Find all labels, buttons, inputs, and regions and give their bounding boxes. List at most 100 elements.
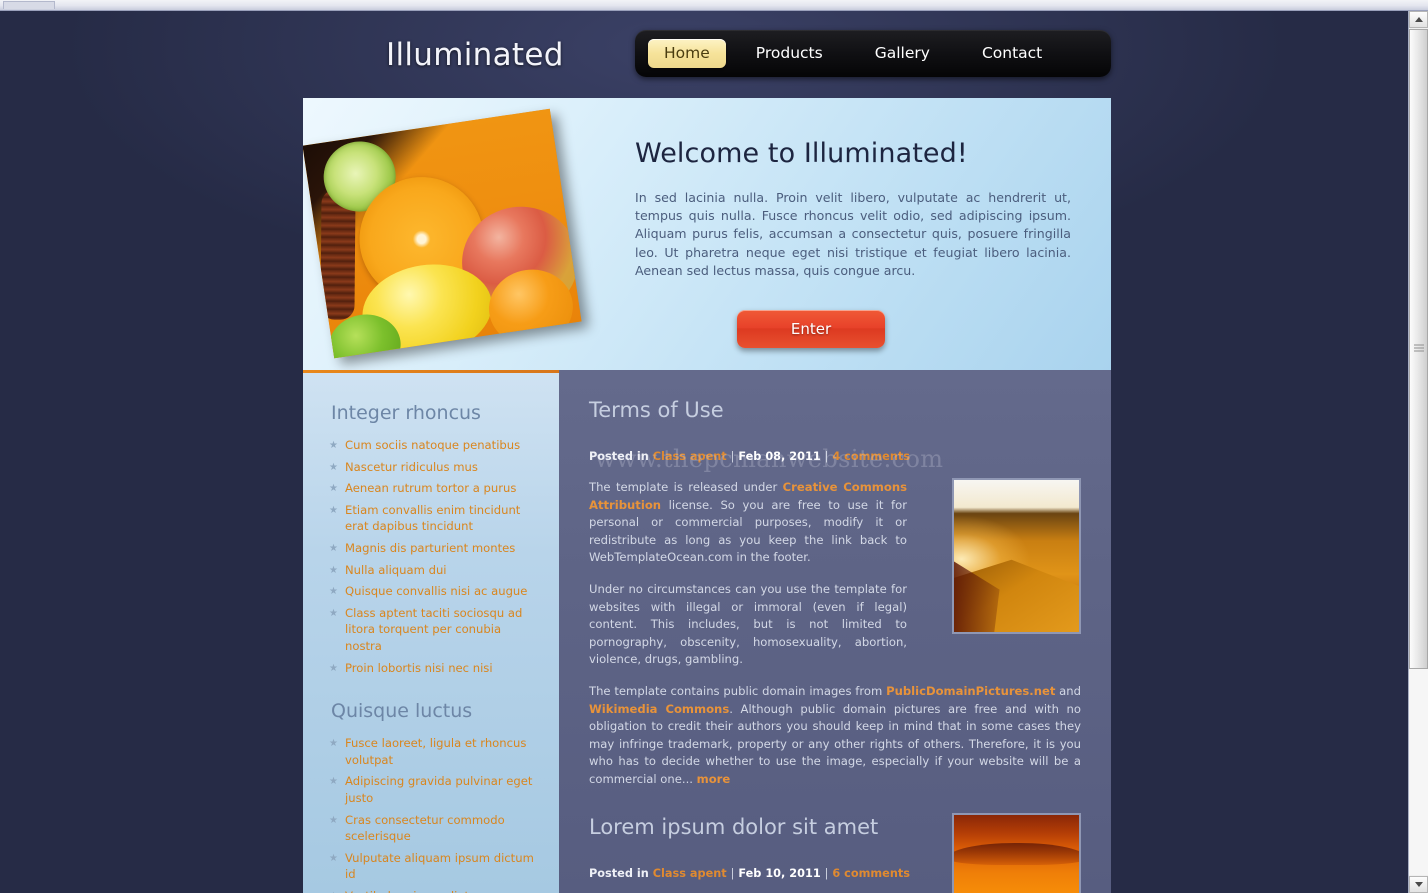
star-icon: ★ bbox=[329, 542, 338, 554]
sidebar-heading: Quisque luctus bbox=[331, 700, 473, 723]
browser-tab-stub[interactable] bbox=[3, 1, 55, 9]
article-paragraph: Under no circumstances can you use the t… bbox=[589, 581, 907, 669]
article-date: Feb 08, 2011 bbox=[738, 450, 821, 463]
article-comments-link[interactable]: 6 comments bbox=[832, 867, 910, 880]
paragraph-text-pre: The template is released under bbox=[589, 480, 783, 494]
article-paragraph: The template is released under Creative … bbox=[589, 479, 907, 567]
star-icon: ★ bbox=[329, 852, 338, 864]
fruit-bowl-photo bbox=[303, 108, 582, 359]
article-paragraph: The template contains public domain imag… bbox=[589, 683, 1081, 789]
site-header: Illuminated Home Products Gallery Contac… bbox=[0, 11, 1407, 98]
paragraph-text: Under no circumstances can you use the t… bbox=[589, 581, 907, 667]
sidebar-item-label: Vulputate aliquam ipsum dictum id bbox=[345, 850, 534, 882]
article-lorem-ipsum: Lorem ipsum dolor sit amet Posted in Cla… bbox=[589, 813, 1081, 893]
vertical-scrollbar[interactable] bbox=[1408, 11, 1428, 893]
nav-item-gallery[interactable]: Gallery bbox=[859, 39, 946, 68]
meta-separator: | bbox=[824, 450, 829, 463]
browser-chrome-strip bbox=[0, 0, 1428, 11]
sidebar-link-list: ★ Fusce laoreet, ligula et rhoncus volutp… bbox=[329, 735, 537, 893]
sidebar-item-label: Quisque convallis nisi ac augue bbox=[345, 584, 528, 599]
public-domain-pictures-link[interactable]: PublicDomainPictures.net bbox=[886, 684, 1055, 698]
meta-separator: | bbox=[730, 450, 735, 463]
star-icon: ★ bbox=[329, 889, 338, 893]
sidebar-item-label: Class aptent taciti sociosqu ad litora t… bbox=[345, 605, 523, 653]
desert-dune-sunrise-thumbnail bbox=[952, 478, 1081, 634]
sidebar-item-label: Aenean rutrum tortor a purus bbox=[345, 481, 517, 496]
sidebar-list-item[interactable]: ★ Aenean rutrum tortor a purus bbox=[329, 480, 537, 497]
wikimedia-commons-link[interactable]: Wikimedia Commons bbox=[589, 702, 729, 716]
scrollbar-grip-icon bbox=[1413, 344, 1424, 354]
article-comments-link[interactable]: 4 comments bbox=[832, 450, 910, 463]
hero-text-block: Welcome to Illuminated! In sed lacinia n… bbox=[635, 138, 1071, 280]
sidebar-item-label: Nascetur ridiculus mus bbox=[345, 459, 478, 474]
main-navigation: Home Products Gallery Contact bbox=[635, 30, 1111, 77]
sidebar-item-label: Fusce laoreet, ligula et rhoncus volutpa… bbox=[345, 736, 527, 767]
orange-sunset-sky-thumbnail bbox=[952, 813, 1081, 893]
sidebar: Integer rhoncus ★ Cum sociis natoque pena… bbox=[303, 373, 559, 893]
paragraph-text-pre: The template contains public domain imag… bbox=[589, 683, 887, 698]
sidebar-list-item[interactable]: ★ Cras consectetur commodo scelerisque bbox=[329, 812, 537, 845]
sidebar-list-item[interactable]: ★ Nascetur ridiculus mus bbox=[329, 459, 537, 476]
sidebar-list-item[interactable]: ★ Proin lobortis nisi nec nisi bbox=[329, 660, 537, 677]
nav-item-home[interactable]: Home bbox=[648, 39, 726, 68]
sidebar-list-item[interactable]: ★ Quisque convallis nisi ac augue bbox=[329, 583, 537, 600]
article-date: Feb 10, 2011 bbox=[738, 866, 821, 880]
sidebar-list-item[interactable]: ★ Class aptent taciti sociosqu ad litora … bbox=[329, 605, 537, 655]
sidebar-heading: Integer rhoncus bbox=[331, 402, 481, 424]
article-category-link[interactable]: Class apent bbox=[653, 450, 727, 463]
scrollbar-down-arrow-icon[interactable] bbox=[1409, 876, 1428, 893]
star-icon: ★ bbox=[329, 776, 338, 788]
sidebar-list-item[interactable]: ★ Nulla aliquam dui bbox=[329, 562, 537, 579]
sidebar-list-item[interactable]: ★ Cum sociis natoque penatibus bbox=[329, 437, 537, 454]
sidebar-item-label: Cum sociis natoque penatibus bbox=[345, 438, 521, 452]
sidebar-list-item[interactable]: ★ Vulputate aliquam ipsum dictum id bbox=[329, 850, 537, 883]
hero-paragraph: In sed lacinia nulla. Proin velit libero… bbox=[635, 190, 1071, 278]
nav-item-products[interactable]: Products bbox=[740, 39, 839, 68]
article-category-link[interactable]: Class apent bbox=[653, 867, 727, 880]
star-icon: ★ bbox=[329, 504, 338, 516]
meta-separator: | bbox=[730, 866, 735, 880]
sidebar-section-quisque-luctus: Quisque luctus ★ Fusce laoreet, ligula et… bbox=[329, 700, 537, 893]
sidebar-list-item[interactable]: ★ Fusce laoreet, ligula et rhoncus volutp… bbox=[329, 735, 537, 768]
enter-button[interactable]: Enter bbox=[737, 310, 885, 348]
content-area: Integer rhoncus ★ Cum sociis natoque pena… bbox=[303, 370, 1111, 893]
sidebar-list-item[interactable]: ★ Adipiscing gravida pulvinar eget justo bbox=[329, 773, 537, 806]
star-icon: ★ bbox=[329, 461, 338, 473]
star-icon: ★ bbox=[329, 738, 338, 750]
posted-in-label: Posted in bbox=[589, 866, 649, 880]
sidebar-item-label: Proin lobortis nisi nec nisi bbox=[345, 660, 493, 675]
hero-title: Welcome to Illuminated! bbox=[635, 138, 968, 169]
star-icon: ★ bbox=[329, 483, 338, 495]
nav-item-contact[interactable]: Contact bbox=[966, 39, 1058, 68]
main-content-column: Terms of Use Posted in Class apent | Feb… bbox=[559, 370, 1111, 893]
page-canvas: Illuminated Home Products Gallery Contac… bbox=[0, 11, 1407, 893]
star-icon: ★ bbox=[329, 564, 338, 576]
scrollbar-up-arrow-icon[interactable] bbox=[1409, 11, 1428, 28]
scrollbar-thumb[interactable] bbox=[1409, 29, 1428, 669]
sidebar-list-item[interactable]: ★ Magnis dis parturient montes bbox=[329, 540, 537, 557]
sidebar-section-integer-rhoncus: Integer rhoncus ★ Cum sociis natoque pena… bbox=[329, 402, 537, 677]
star-icon: ★ bbox=[329, 814, 338, 826]
sunset-cloud-shape bbox=[954, 842, 1079, 866]
meta-separator: | bbox=[824, 866, 829, 880]
scrollbar-track[interactable] bbox=[1409, 29, 1428, 875]
hero-banner: Welcome to Illuminated! In sed lacinia n… bbox=[303, 98, 1111, 370]
star-icon: ★ bbox=[329, 440, 338, 451]
paragraph-text-mid: and bbox=[1055, 683, 1081, 698]
star-icon: ★ bbox=[329, 607, 338, 619]
sidebar-item-label: Etiam convallis enim tincidunt erat dapi… bbox=[345, 502, 521, 534]
article-meta: Posted in Class apent | Feb 08, 2011 | 4… bbox=[589, 450, 1081, 463]
posted-in-label: Posted in bbox=[589, 450, 649, 463]
sidebar-list-item[interactable]: ★ Etiam convallis enim tincidunt erat dap… bbox=[329, 502, 537, 535]
article-title: Terms of Use bbox=[589, 398, 724, 422]
star-icon: ★ bbox=[329, 662, 338, 674]
sidebar-item-label: Nulla aliquam dui bbox=[345, 562, 447, 577]
sidebar-list-item[interactable]: ★ Vestibulum imperdiet accumsan leo a ali… bbox=[329, 888, 537, 893]
sidebar-item-label: Magnis dis parturient montes bbox=[345, 540, 516, 555]
read-more-link[interactable]: more bbox=[697, 772, 731, 786]
sidebar-item-label: Vestibulum imperdiet accumsan leo a aliq… bbox=[345, 889, 532, 893]
site-logo: Illuminated bbox=[386, 37, 564, 73]
sidebar-item-label: Cras consectetur commodo scelerisque bbox=[345, 812, 505, 844]
star-icon: ★ bbox=[329, 586, 338, 598]
sidebar-item-label: Adipiscing gravida pulvinar eget justo bbox=[345, 774, 533, 805]
